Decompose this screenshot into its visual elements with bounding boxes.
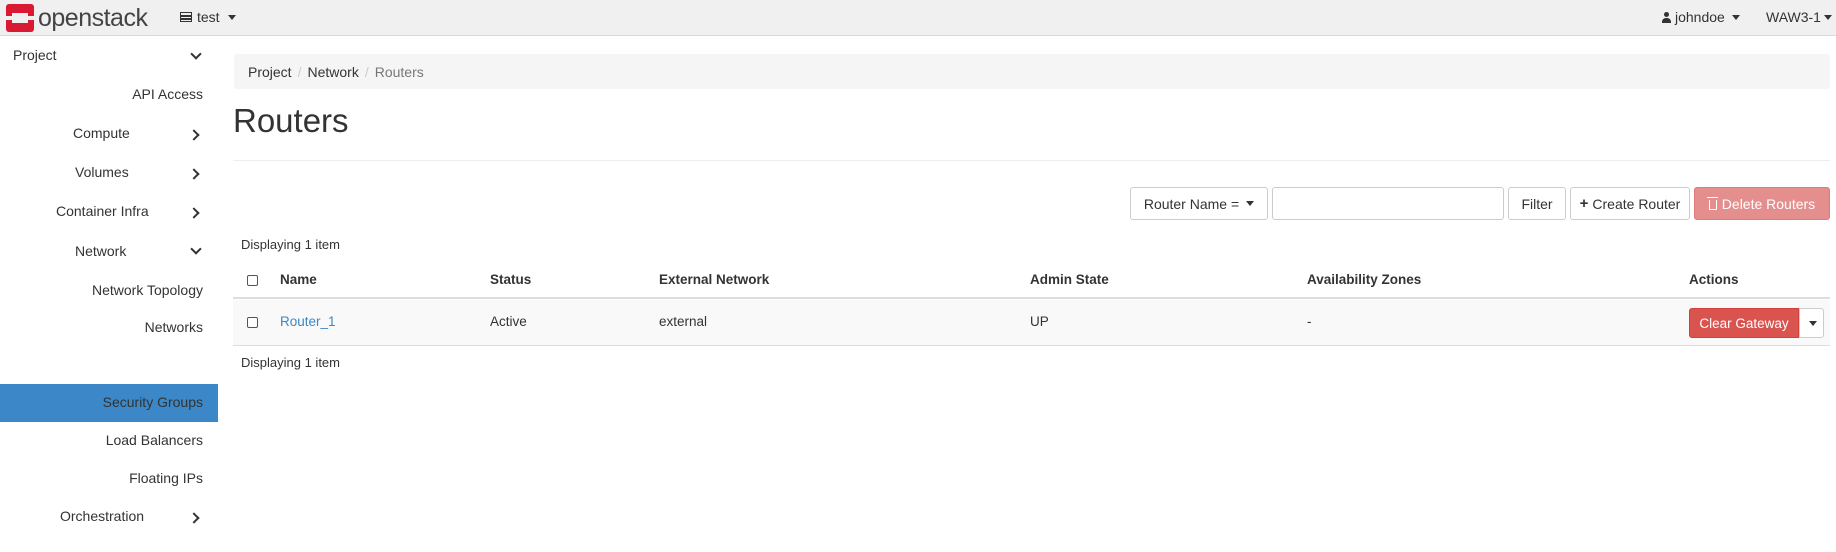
router-name-link[interactable]: Router_1 — [280, 314, 336, 329]
page-title: Routers — [233, 102, 349, 139]
chevron-right-icon[interactable] — [188, 129, 200, 141]
create-router-label: Create Router — [1592, 195, 1681, 212]
brand-name: openstack — [38, 4, 148, 32]
column-header-availability-zones[interactable]: Availability Zones — [1307, 272, 1421, 287]
sidebar-item-volumes[interactable]: Volumes — [75, 164, 129, 180]
region-dropdown[interactable]: WAW3-1 — [1766, 9, 1832, 25]
chevron-right-icon[interactable] — [188, 512, 200, 524]
openstack-logo[interactable]: openstack — [6, 4, 148, 32]
sidebar-item-label: Floating IPs — [129, 470, 203, 486]
caret-down-icon — [1731, 14, 1740, 20]
breadcrumb-separator: / — [364, 63, 369, 80]
sidebar-item-network-topology[interactable]: Network Topology — [92, 282, 203, 298]
sidebar-item-label: Container Infra — [56, 203, 149, 219]
clear-gateway-label: Clear Gateway — [1699, 315, 1789, 331]
sidebar-item-label: Network Topology — [91, 282, 203, 298]
row-actions-dropdown-toggle[interactable] — [1799, 308, 1824, 338]
sidebar-item-label: Networks — [144, 319, 203, 335]
top-navbar: openstack test johndoe WAW3-1 — [0, 0, 1836, 36]
sidebar-item-orchestration[interactable]: Orchestration — [60, 508, 144, 524]
breadcrumb-routers: Routers — [374, 63, 424, 80]
sidebar-item-label: Orchestration — [60, 508, 145, 524]
item-count-top: Displaying 1 item — [241, 237, 340, 252]
column-header-name[interactable]: Name — [280, 272, 317, 287]
filter-button-label: Filter — [1521, 195, 1553, 212]
sidebar-item-label: Volumes — [75, 164, 129, 180]
sidebar-item-label: Project — [13, 47, 57, 63]
caret-down-icon — [1246, 201, 1255, 206]
delete-routers-button[interactable]: Delete Routers — [1694, 187, 1830, 220]
trash-icon — [1706, 196, 1718, 210]
row-checkbox[interactable] — [247, 317, 258, 328]
region-name: WAW3-1 — [1766, 9, 1821, 25]
sidebar-item-networks[interactable]: Networks — [145, 319, 203, 335]
router-availability-zones: - — [1307, 314, 1312, 329]
column-header-actions: Actions — [1689, 272, 1739, 287]
breadcrumb-network[interactable]: Network — [307, 64, 358, 80]
openstack-logo-icon — [6, 4, 34, 32]
create-router-button[interactable]: + Create Router — [1570, 187, 1690, 220]
sidebar-item-floating-ips[interactable]: Floating IPs — [129, 470, 203, 486]
column-header-admin-state[interactable]: Admin State — [1030, 272, 1109, 287]
router-external-network: external — [659, 314, 708, 329]
chevron-right-icon[interactable] — [188, 168, 200, 180]
sidebar-item-api-access[interactable]: API Access — [132, 86, 203, 102]
username: johndoe — [1675, 9, 1725, 25]
sidebar-item-label: Load Balancers — [105, 432, 203, 448]
clear-gateway-button[interactable]: Clear Gateway — [1689, 308, 1799, 338]
sidebar-item-container-infra[interactable]: Container Infra — [56, 203, 149, 219]
project-name: test — [197, 9, 220, 25]
user-dropdown[interactable]: johndoe — [1662, 9, 1740, 25]
caret-down-icon — [1809, 320, 1817, 326]
user-icon — [1662, 11, 1671, 23]
item-count-bottom: Displaying 1 item — [241, 355, 340, 370]
sidebar-item-routers-label[interactable]: Routers — [154, 356, 203, 372]
sidebar-item-project[interactable]: Project — [13, 47, 57, 63]
filter-field-dropdown[interactable]: Router Name = — [1130, 187, 1268, 220]
sidebar-item-load-balancers[interactable]: Load Balancers — [106, 432, 203, 448]
table-header: Name Status External Network Admin State… — [233, 262, 1830, 299]
delete-routers-label: Delete Routers — [1721, 195, 1816, 212]
column-header-external-network[interactable]: External Network — [659, 272, 769, 287]
table-row: Router_1 Active external UP - — [233, 300, 1830, 346]
chevron-down-icon[interactable] — [190, 48, 202, 60]
chevron-down-icon[interactable] — [190, 243, 202, 255]
sidebar-item-network[interactable]: Network — [75, 243, 126, 259]
filter-input[interactable] — [1272, 187, 1504, 220]
column-header-status[interactable]: Status — [490, 272, 531, 287]
sidebar-item-security-groups[interactable]: Security Groups — [103, 394, 203, 410]
chevron-right-icon[interactable] — [188, 207, 200, 219]
project-dropdown[interactable]: test — [180, 9, 236, 25]
breadcrumb-separator: / — [297, 63, 302, 80]
sidebar-item-label: Routers — [153, 356, 203, 372]
sidebar-item-label: Network — [75, 243, 127, 259]
title-divider — [233, 160, 1830, 161]
router-admin-state: UP — [1030, 314, 1049, 329]
breadcrumb: Project / Network / Routers — [234, 54, 1830, 89]
breadcrumb-project[interactable]: Project — [248, 64, 292, 80]
router-status: Active — [490, 314, 527, 329]
sidebar-item-label: API Access — [132, 86, 203, 102]
caret-down-icon — [1823, 14, 1832, 20]
filter-button[interactable]: Filter — [1508, 187, 1566, 220]
sidebar-item-label: Compute — [73, 125, 130, 141]
sidebar: Project API Access Compute Volumes Conta… — [0, 37, 218, 552]
filter-field-label: Router Name = — [1143, 195, 1240, 212]
sidebar-item-compute[interactable]: Compute — [73, 125, 130, 141]
caret-down-icon — [227, 14, 236, 20]
project-table-icon — [180, 12, 192, 22]
select-all-checkbox[interactable] — [247, 275, 258, 286]
plus-icon: + — [1579, 195, 1589, 212]
sidebar-item-label: Security Groups — [102, 394, 203, 410]
